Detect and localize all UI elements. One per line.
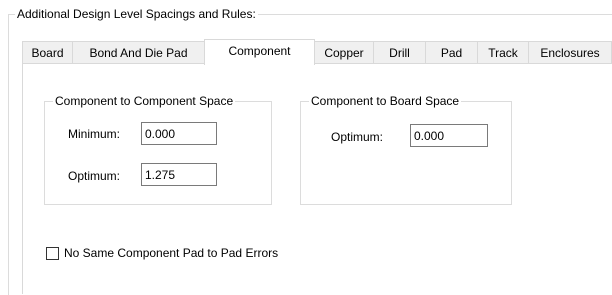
tab-label: Pad <box>440 46 463 60</box>
checkbox-box[interactable] <box>46 246 59 260</box>
tab-label: Bond And Die Pad <box>89 46 188 60</box>
tab-pad[interactable]: Pad <box>425 41 478 63</box>
tab-copper[interactable]: Copper <box>314 41 374 63</box>
minimum-label: Minimum: <box>68 127 121 141</box>
tab-label: Copper <box>324 46 364 60</box>
tab-label: Board <box>31 46 64 60</box>
component-optimum-input[interactable] <box>141 163 217 186</box>
no-same-component-pad-checkbox[interactable]: No Same Component Pad to Pad Errors <box>46 245 278 261</box>
spacing-tabs: Board Bond And Die Pad Component Copper … <box>22 39 612 65</box>
tab-bond-and-die-pad[interactable]: Bond And Die Pad <box>72 41 205 63</box>
tab-label: Component <box>228 44 291 58</box>
tab-board[interactable]: Board <box>22 41 73 63</box>
design-spacings-title: Additional Design Level Spacings and Rul… <box>15 6 258 22</box>
checkbox-label: No Same Component Pad to Pad Errors <box>64 246 279 260</box>
tab-label: Enclosures <box>540 46 600 60</box>
board-optimum-label: Optimum: <box>331 130 384 144</box>
component-to-board-title: Component to Board Space <box>309 93 462 109</box>
tab-enclosures[interactable]: Enclosures <box>528 41 612 63</box>
tab-label: Drill <box>389 46 410 60</box>
component-to-component-group: Component to Component Space <box>44 93 272 205</box>
board-optimum-input[interactable] <box>410 124 488 147</box>
tab-track[interactable]: Track <box>477 41 529 63</box>
tab-component[interactable]: Component <box>204 39 315 65</box>
tab-drill[interactable]: Drill <box>373 41 426 63</box>
optimum-label: Optimum: <box>68 169 121 183</box>
component-to-component-title: Component to Component Space <box>53 93 236 109</box>
component-minimum-input[interactable] <box>141 122 217 145</box>
component-to-board-group: Component to Board Space <box>300 93 512 205</box>
tab-label: Track <box>488 46 518 60</box>
